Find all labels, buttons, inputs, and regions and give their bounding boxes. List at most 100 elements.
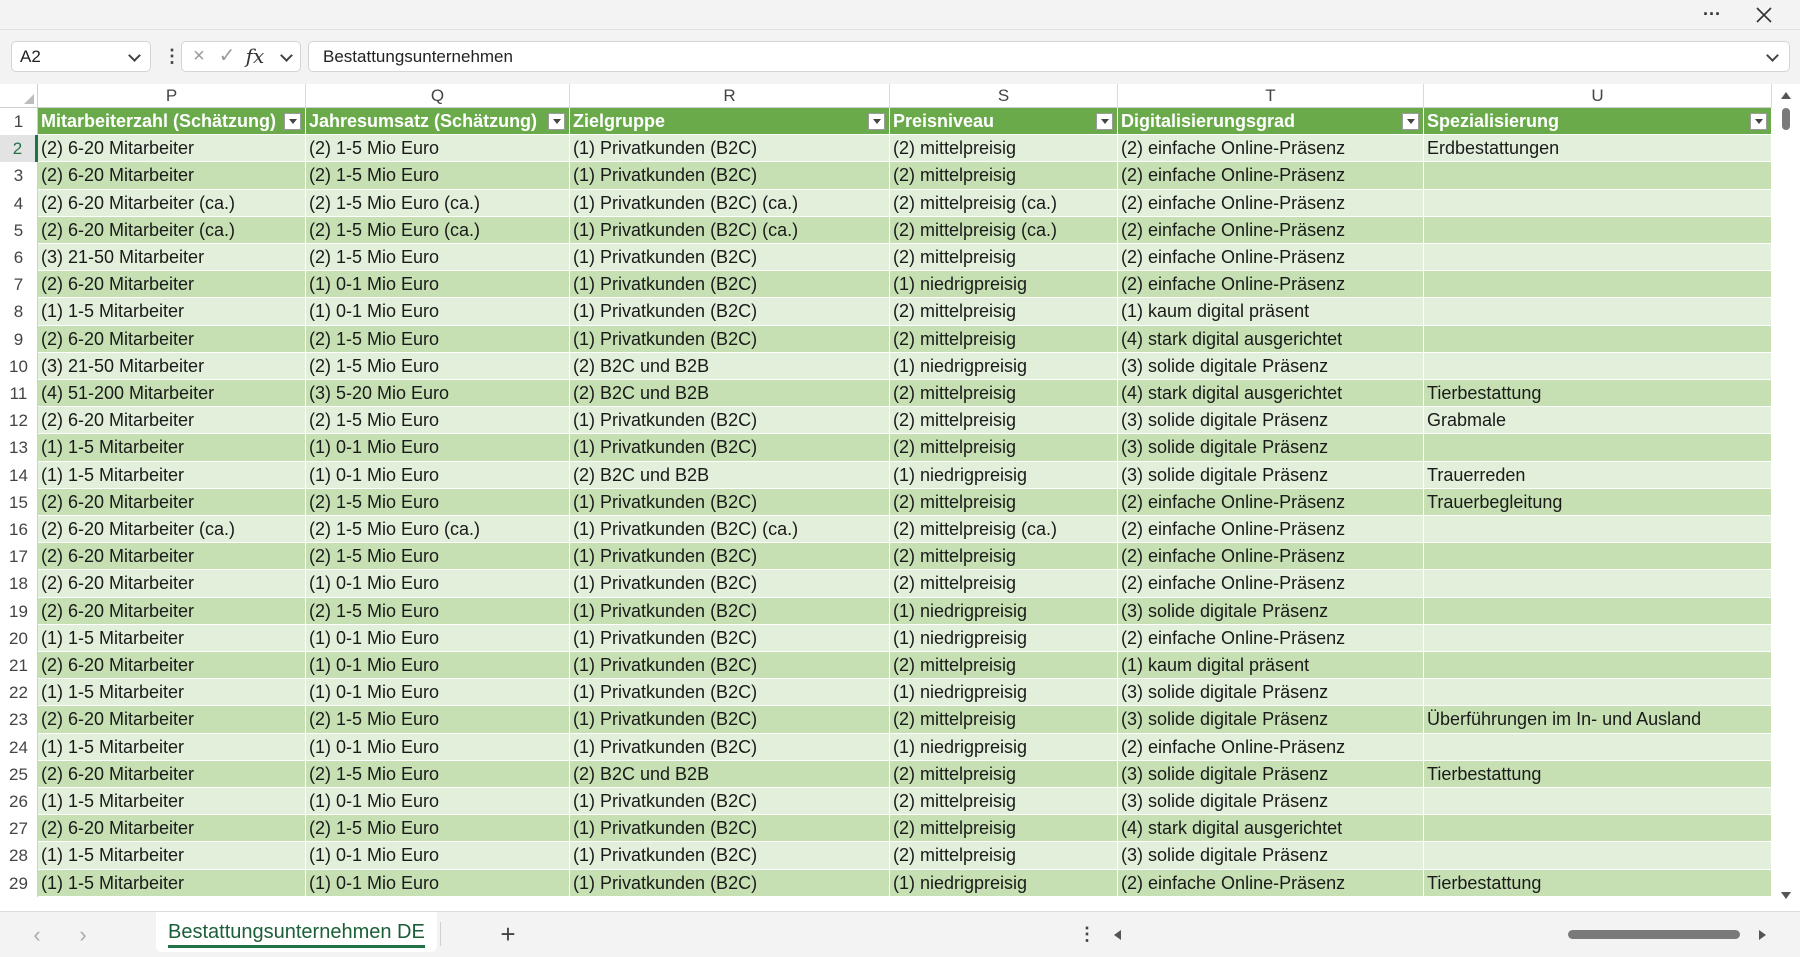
table-cell[interactable]: (1) 0-1 Mio Euro [306, 461, 570, 489]
formula-input[interactable]: Bestattungsunternehmen [308, 41, 1790, 72]
table-cell[interactable]: (1) 1-5 Mitarbeiter [38, 298, 306, 326]
table-cell[interactable]: (2) 6-20 Mitarbeiter (ca.) [38, 216, 306, 244]
table-cell[interactable]: Grabmale [1424, 407, 1772, 435]
table-cell[interactable]: (2) 1-5 Mio Euro (ca.) [306, 516, 570, 544]
row-number[interactable]: 16 [0, 516, 38, 544]
table-cell[interactable]: (4) stark digital ausgerichtet [1118, 815, 1424, 843]
table-cell[interactable] [1424, 815, 1772, 843]
row-number[interactable]: 10 [0, 352, 38, 380]
table-cell[interactable]: (2) 1-5 Mio Euro [306, 352, 570, 380]
table-cell[interactable]: (2) 1-5 Mio Euro [306, 815, 570, 843]
table-cell[interactable]: (1) kaum digital präsent [1118, 298, 1424, 326]
table-cell[interactable]: (2) mittelpreisig [890, 652, 1118, 680]
scroll-down-icon[interactable] [1781, 892, 1791, 899]
table-cell[interactable]: (3) solide digitale Präsenz [1118, 679, 1424, 707]
table-cell[interactable]: (1) 1-5 Mitarbeiter [38, 624, 306, 652]
table-cell[interactable]: (2) B2C und B2B [570, 352, 890, 380]
table-cell[interactable]: (2) B2C und B2B [570, 461, 890, 489]
table-cell[interactable] [1424, 842, 1772, 870]
table-cell[interactable]: (1) 0-1 Mio Euro [306, 869, 570, 897]
row-number[interactable]: 21 [0, 652, 38, 680]
row-number[interactable]: 12 [0, 407, 38, 435]
table-cell[interactable]: (2) 6-20 Mitarbeiter [38, 570, 306, 598]
table-cell[interactable]: (1) Privatkunden (B2C) [570, 652, 890, 680]
table-cell[interactable]: (4) 51-200 Mitarbeiter [38, 380, 306, 408]
table-cell[interactable]: (2) mittelpreisig (ca.) [890, 516, 1118, 544]
table-cell[interactable]: (2) mittelpreisig [890, 760, 1118, 788]
table-cell[interactable]: (2) B2C und B2B [570, 760, 890, 788]
scroll-up-icon[interactable] [1781, 92, 1791, 99]
row-number[interactable]: 11 [0, 380, 38, 408]
filter-dropdown-icon[interactable] [284, 113, 301, 130]
table-cell[interactable]: (1) Privatkunden (B2C) [570, 325, 890, 353]
table-cell[interactable]: (1) niedrigpreisig [890, 679, 1118, 707]
row-number[interactable]: 18 [0, 570, 38, 598]
table-cell[interactable]: (1) niedrigpreisig [890, 733, 1118, 761]
scroll-right-icon[interactable] [1759, 930, 1766, 940]
table-cell[interactable]: (3) solide digitale Präsenz [1118, 597, 1424, 625]
table-cell[interactable]: (2) mittelpreisig [890, 244, 1118, 272]
row-number[interactable]: 17 [0, 543, 38, 571]
table-cell[interactable]: (2) 6-20 Mitarbeiter [38, 407, 306, 435]
row-number[interactable]: 2 [0, 135, 38, 163]
spreadsheet-grid[interactable]: PQRSTU 1 Mitarbeiterzahl (Schätzung) Jahre… [0, 84, 1800, 911]
column-header-s[interactable]: S [890, 84, 1118, 108]
table-cell[interactable]: (2) 1-5 Mio Euro [306, 162, 570, 190]
table-cell[interactable]: (1) 1-5 Mitarbeiter [38, 461, 306, 489]
filter-dropdown-icon[interactable] [1096, 113, 1113, 130]
table-cell[interactable]: (2) 6-20 Mitarbeiter [38, 760, 306, 788]
horizontal-scrollbar[interactable] [1108, 920, 1772, 948]
table-cell[interactable]: (1) Privatkunden (B2C) [570, 570, 890, 598]
table-cell[interactable]: (2) einfache Online-Präsenz [1118, 162, 1424, 190]
row-number[interactable]: 6 [0, 244, 38, 272]
row-number[interactable]: 26 [0, 788, 38, 816]
add-sheet-button[interactable]: + [493, 912, 523, 957]
table-cell[interactable]: (2) 6-20 Mitarbeiter (ca.) [38, 189, 306, 217]
table-cell[interactable]: (2) 6-20 Mitarbeiter [38, 597, 306, 625]
table-cell[interactable] [1424, 516, 1772, 544]
table-cell[interactable]: Trauerbegleitung [1424, 488, 1772, 516]
expand-formula-bar-icon[interactable] [1766, 49, 1779, 62]
header-cell[interactable]: Zielgruppe [570, 108, 890, 136]
table-cell[interactable]: (1) Privatkunden (B2C) [570, 597, 890, 625]
column-header-p[interactable]: P [38, 84, 306, 108]
row-number[interactable]: 25 [0, 760, 38, 788]
next-sheet-icon[interactable]: › [68, 912, 98, 957]
table-cell[interactable]: (1) 1-5 Mitarbeiter [38, 869, 306, 897]
table-cell[interactable]: (2) einfache Online-Präsenz [1118, 488, 1424, 516]
table-cell[interactable]: (2) 6-20 Mitarbeiter [38, 325, 306, 353]
table-cell[interactable]: (2) mittelpreisig [890, 380, 1118, 408]
table-cell[interactable]: (2) 1-5 Mio Euro [306, 325, 570, 353]
table-cell[interactable]: (1) niedrigpreisig [890, 624, 1118, 652]
table-cell[interactable]: (4) stark digital ausgerichtet [1118, 325, 1424, 353]
table-cell[interactable]: (1) Privatkunden (B2C) [570, 434, 890, 462]
vertical-ellipsis-icon[interactable]: ⋮ [1078, 912, 1096, 957]
table-cell[interactable]: (2) 1-5 Mio Euro [306, 543, 570, 571]
row-number[interactable]: 1 [0, 108, 38, 136]
table-cell[interactable]: (2) 1-5 Mio Euro [306, 597, 570, 625]
table-cell[interactable] [1424, 624, 1772, 652]
table-cell[interactable] [1424, 570, 1772, 598]
row-number[interactable]: 20 [0, 624, 38, 652]
row-number[interactable]: 3 [0, 162, 38, 190]
table-cell[interactable]: (2) 1-5 Mio Euro [306, 706, 570, 734]
row-number[interactable]: 4 [0, 189, 38, 217]
table-cell[interactable]: (2) einfache Online-Präsenz [1118, 271, 1424, 299]
row-number[interactable]: 19 [0, 597, 38, 625]
vertical-scrollbar[interactable] [1772, 84, 1800, 911]
table-cell[interactable]: (2) einfache Online-Präsenz [1118, 624, 1424, 652]
table-cell[interactable]: (2) 1-5 Mio Euro (ca.) [306, 216, 570, 244]
row-number[interactable]: 15 [0, 488, 38, 516]
table-cell[interactable]: (2) einfache Online-Präsenz [1118, 516, 1424, 544]
enter-icon[interactable]: ✓ [214, 42, 240, 71]
table-cell[interactable]: (1) 0-1 Mio Euro [306, 652, 570, 680]
table-cell[interactable]: (1) niedrigpreisig [890, 271, 1118, 299]
table-cell[interactable]: (1) 1-5 Mitarbeiter [38, 788, 306, 816]
table-cell[interactable]: (2) einfache Online-Präsenz [1118, 244, 1424, 272]
table-cell[interactable]: (1) 1-5 Mitarbeiter [38, 679, 306, 707]
table-cell[interactable] [1424, 244, 1772, 272]
table-cell[interactable]: (1) Privatkunden (B2C) [570, 488, 890, 516]
table-cell[interactable] [1424, 298, 1772, 326]
header-cell[interactable]: Mitarbeiterzahl (Schätzung) [38, 108, 306, 136]
table-cell[interactable]: (1) Privatkunden (B2C) [570, 842, 890, 870]
